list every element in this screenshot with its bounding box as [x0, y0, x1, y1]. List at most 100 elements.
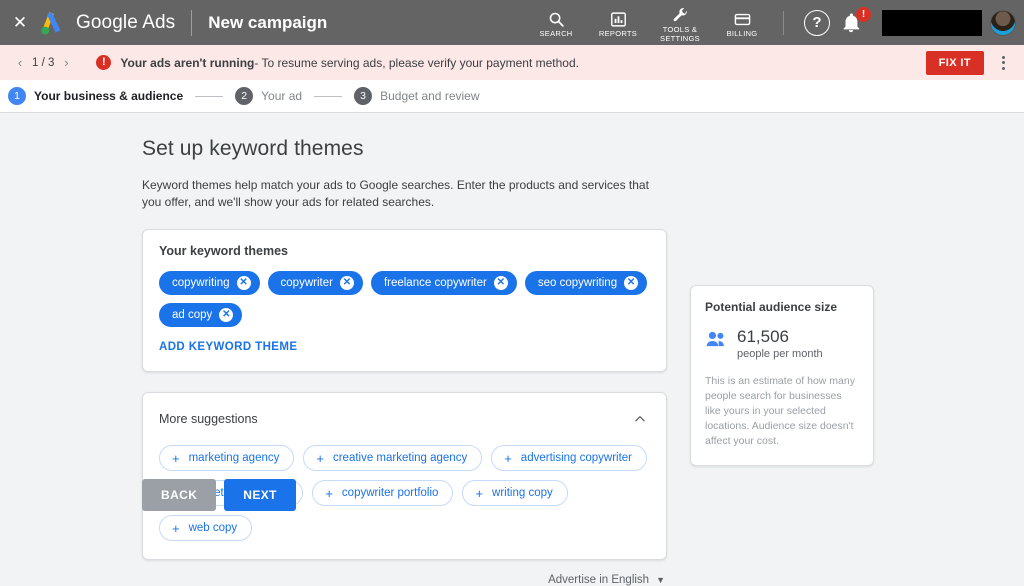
- step-3-number: 3: [354, 87, 373, 105]
- step-3[interactable]: 3 Budget and review: [354, 87, 480, 105]
- keyword-chip-label: ad copy: [172, 309, 213, 321]
- step-1-number: 1: [8, 87, 26, 105]
- keyword-chip-label: seo copywriting: [537, 277, 618, 289]
- suggestion-chip-label: advertising copywriter: [520, 452, 633, 464]
- campaign-stepper: 1 Your business & audience 2 Your ad 3 B…: [0, 80, 1024, 113]
- keyword-chip[interactable]: copywriter ✕: [267, 271, 363, 295]
- suggestion-chip-label: writing copy: [492, 487, 553, 499]
- keyword-chip-list: copywriting ✕ copywriter ✕ freelance cop…: [159, 271, 650, 327]
- suggestion-chip[interactable]: + web copy: [159, 515, 253, 541]
- remove-icon[interactable]: ✕: [339, 276, 354, 290]
- main-column: Set up keyword themes Keyword themes hel…: [142, 137, 667, 586]
- divider: [783, 10, 784, 35]
- people-icon: [705, 331, 727, 352]
- tools-settings-icon: [672, 5, 689, 25]
- keyword-chip[interactable]: copywriting ✕: [159, 271, 260, 295]
- fix-it-button[interactable]: FIX IT: [925, 50, 984, 75]
- keyword-chip[interactable]: ad copy ✕: [159, 303, 243, 327]
- chevron-down-icon: ▼: [656, 575, 665, 585]
- advertise-language-dropdown[interactable]: Advertise in English ▼: [548, 574, 665, 586]
- keyword-chip[interactable]: freelance copywriter ✕: [370, 271, 517, 295]
- step-1-label: Your business & audience: [34, 89, 184, 103]
- remove-icon[interactable]: ✕: [219, 308, 234, 322]
- more-suggestions-card: More suggestions + marketing agency + cr…: [142, 392, 667, 560]
- nav-billing[interactable]: BILLING: [711, 0, 773, 45]
- page-content: Set up keyword themes Keyword themes hel…: [0, 113, 1024, 586]
- help-icon[interactable]: ?: [804, 9, 830, 36]
- more-options-icon[interactable]: [990, 50, 1016, 76]
- nav-search[interactable]: SEARCH: [525, 0, 587, 45]
- step-connector: [314, 95, 343, 97]
- plus-icon: +: [504, 450, 512, 466]
- plus-icon: +: [325, 485, 333, 501]
- alert-bar: ‹ 1 / 3 › ! Your ads aren't running - To…: [0, 45, 1024, 80]
- wizard-buttons: BACK NEXT: [142, 479, 296, 511]
- alert-pagination: ‹ 1 / 3 ›: [10, 55, 76, 70]
- suggestion-chip-label: web copy: [188, 522, 238, 534]
- step-1[interactable]: 1 Your business & audience: [8, 87, 183, 105]
- plus-icon: +: [172, 450, 180, 466]
- close-icon[interactable]: ✕: [6, 9, 34, 37]
- language-row: Advertise in English ▼: [142, 574, 667, 586]
- suggestion-chip-label: copywriter portfolio: [341, 487, 439, 499]
- suggestion-chip[interactable]: + writing copy: [462, 480, 568, 506]
- keyword-chip-label: freelance copywriter: [383, 277, 487, 289]
- page-title: New campaign: [208, 12, 328, 32]
- divider: [191, 9, 193, 36]
- advertise-language-label: Advertise in English: [548, 574, 650, 586]
- nav-tools-settings[interactable]: TOOLS & SETTINGS: [649, 0, 711, 45]
- alert-detail: - To resume serving ads, please verify y…: [254, 55, 579, 70]
- section-description: Keyword themes help match your ads to Go…: [142, 178, 649, 209]
- avatar[interactable]: [990, 9, 1016, 36]
- audience-size-unit: people per month: [737, 348, 823, 360]
- keyword-chip-label: copywriting: [172, 277, 230, 289]
- add-keyword-theme-button[interactable]: ADD KEYWORD THEME: [159, 341, 297, 353]
- keyword-chip[interactable]: seo copywriting ✕: [524, 271, 648, 295]
- back-button[interactable]: BACK: [142, 479, 217, 511]
- google-ads-logo: [38, 10, 68, 36]
- step-3-label: Budget and review: [380, 89, 480, 103]
- suggestion-chip-label: marketing agency: [188, 452, 280, 464]
- more-suggestions-title: More suggestions: [159, 412, 258, 426]
- potential-audience-card: Potential audience size 61,506 people pe…: [690, 285, 874, 466]
- step-2-label: Your ad: [261, 89, 303, 103]
- keyword-themes-card: Your keyword themes copywriting ✕ copywr…: [142, 229, 667, 372]
- notifications-button[interactable]: !: [840, 6, 871, 38]
- suggestion-chip[interactable]: + advertising copywriter: [491, 445, 648, 471]
- plus-icon: +: [316, 450, 324, 466]
- reports-icon: [610, 9, 627, 29]
- alert-prev-button[interactable]: ‹: [10, 55, 30, 70]
- brand-label: Google Ads: [76, 11, 176, 33]
- alert-next-button[interactable]: ›: [56, 55, 76, 70]
- section-heading: Set up keyword themes: [142, 137, 364, 160]
- plus-icon: +: [475, 485, 484, 501]
- plus-icon: +: [172, 520, 180, 536]
- alert-page-count: 1 / 3: [32, 56, 55, 69]
- nav-reports[interactable]: REPORTS: [587, 0, 649, 45]
- account-name-redacted: [882, 9, 982, 36]
- nav-billing-label: BILLING: [726, 29, 758, 39]
- alert-headline: Your ads aren't running: [120, 55, 255, 70]
- notification-badge: !: [856, 6, 871, 22]
- nav-search-label: SEARCH: [539, 29, 573, 39]
- step-connector: [195, 95, 224, 97]
- suggestion-chip[interactable]: + copywriter portfolio: [312, 480, 454, 506]
- step-2[interactable]: 2 Your ad: [235, 87, 302, 105]
- remove-icon[interactable]: ✕: [493, 276, 508, 290]
- next-button[interactable]: NEXT: [224, 479, 296, 511]
- suggestion-chip[interactable]: + creative marketing agency: [303, 445, 483, 471]
- top-bar-actions: SEARCH REPORTS TOOLS & SETTINGS BILLING …: [525, 0, 1016, 45]
- billing-icon: [734, 9, 751, 29]
- potential-audience-title: Potential audience size: [705, 300, 838, 314]
- remove-icon[interactable]: ✕: [236, 276, 251, 290]
- step-2-number: 2: [235, 87, 254, 105]
- search-icon: [548, 9, 565, 29]
- suggestion-chip[interactable]: + marketing agency: [159, 445, 295, 471]
- error-icon: !: [96, 55, 112, 70]
- audience-size-note: This is an estimate of how many people s…: [705, 375, 855, 447]
- chevron-up-icon[interactable]: [628, 407, 652, 431]
- remove-icon[interactable]: ✕: [624, 276, 639, 290]
- keyword-themes-title: Your keyword themes: [159, 244, 288, 258]
- audience-size-value: 61,506: [737, 327, 789, 346]
- nav-tools-settings-label: TOOLS & SETTINGS: [660, 25, 700, 43]
